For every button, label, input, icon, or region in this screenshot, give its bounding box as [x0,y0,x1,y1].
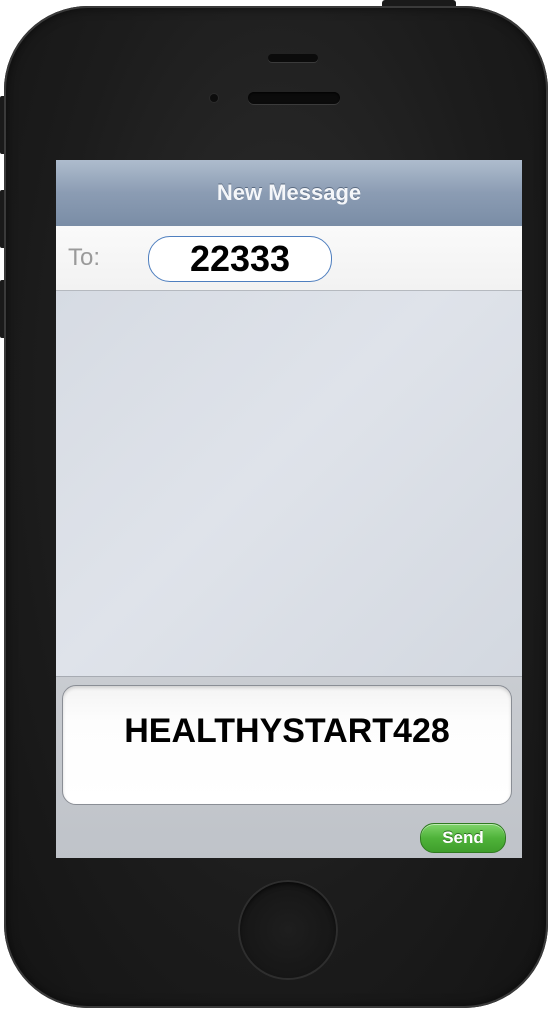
camera-icon [210,94,218,102]
page-title: New Message [216,180,362,205]
compose-bar: HEALTHYSTART428 Send [56,676,522,858]
send-button-label: Send [442,828,484,847]
earpiece-icon [268,54,318,62]
message-input[interactable]: HEALTHYSTART428 [62,685,512,805]
screen: New Message To: 22333 HEALTHYSTART428 Se… [56,160,522,858]
stage: New Message To: 22333 HEALTHYSTART428 Se… [0,0,554,1012]
recipient-chip[interactable]: 22333 [148,236,332,282]
home-button-icon[interactable] [238,880,338,980]
recipient-number: 22333 [189,238,291,279]
send-button[interactable]: Send [420,823,506,853]
navigation-bar: New Message [56,160,522,227]
recipient-row[interactable]: To: 22333 [56,226,522,291]
speaker-icon [248,92,340,104]
message-input-text: HEALTHYSTART428 [124,712,450,750]
message-thread [56,291,522,676]
to-label: To: [68,244,101,271]
